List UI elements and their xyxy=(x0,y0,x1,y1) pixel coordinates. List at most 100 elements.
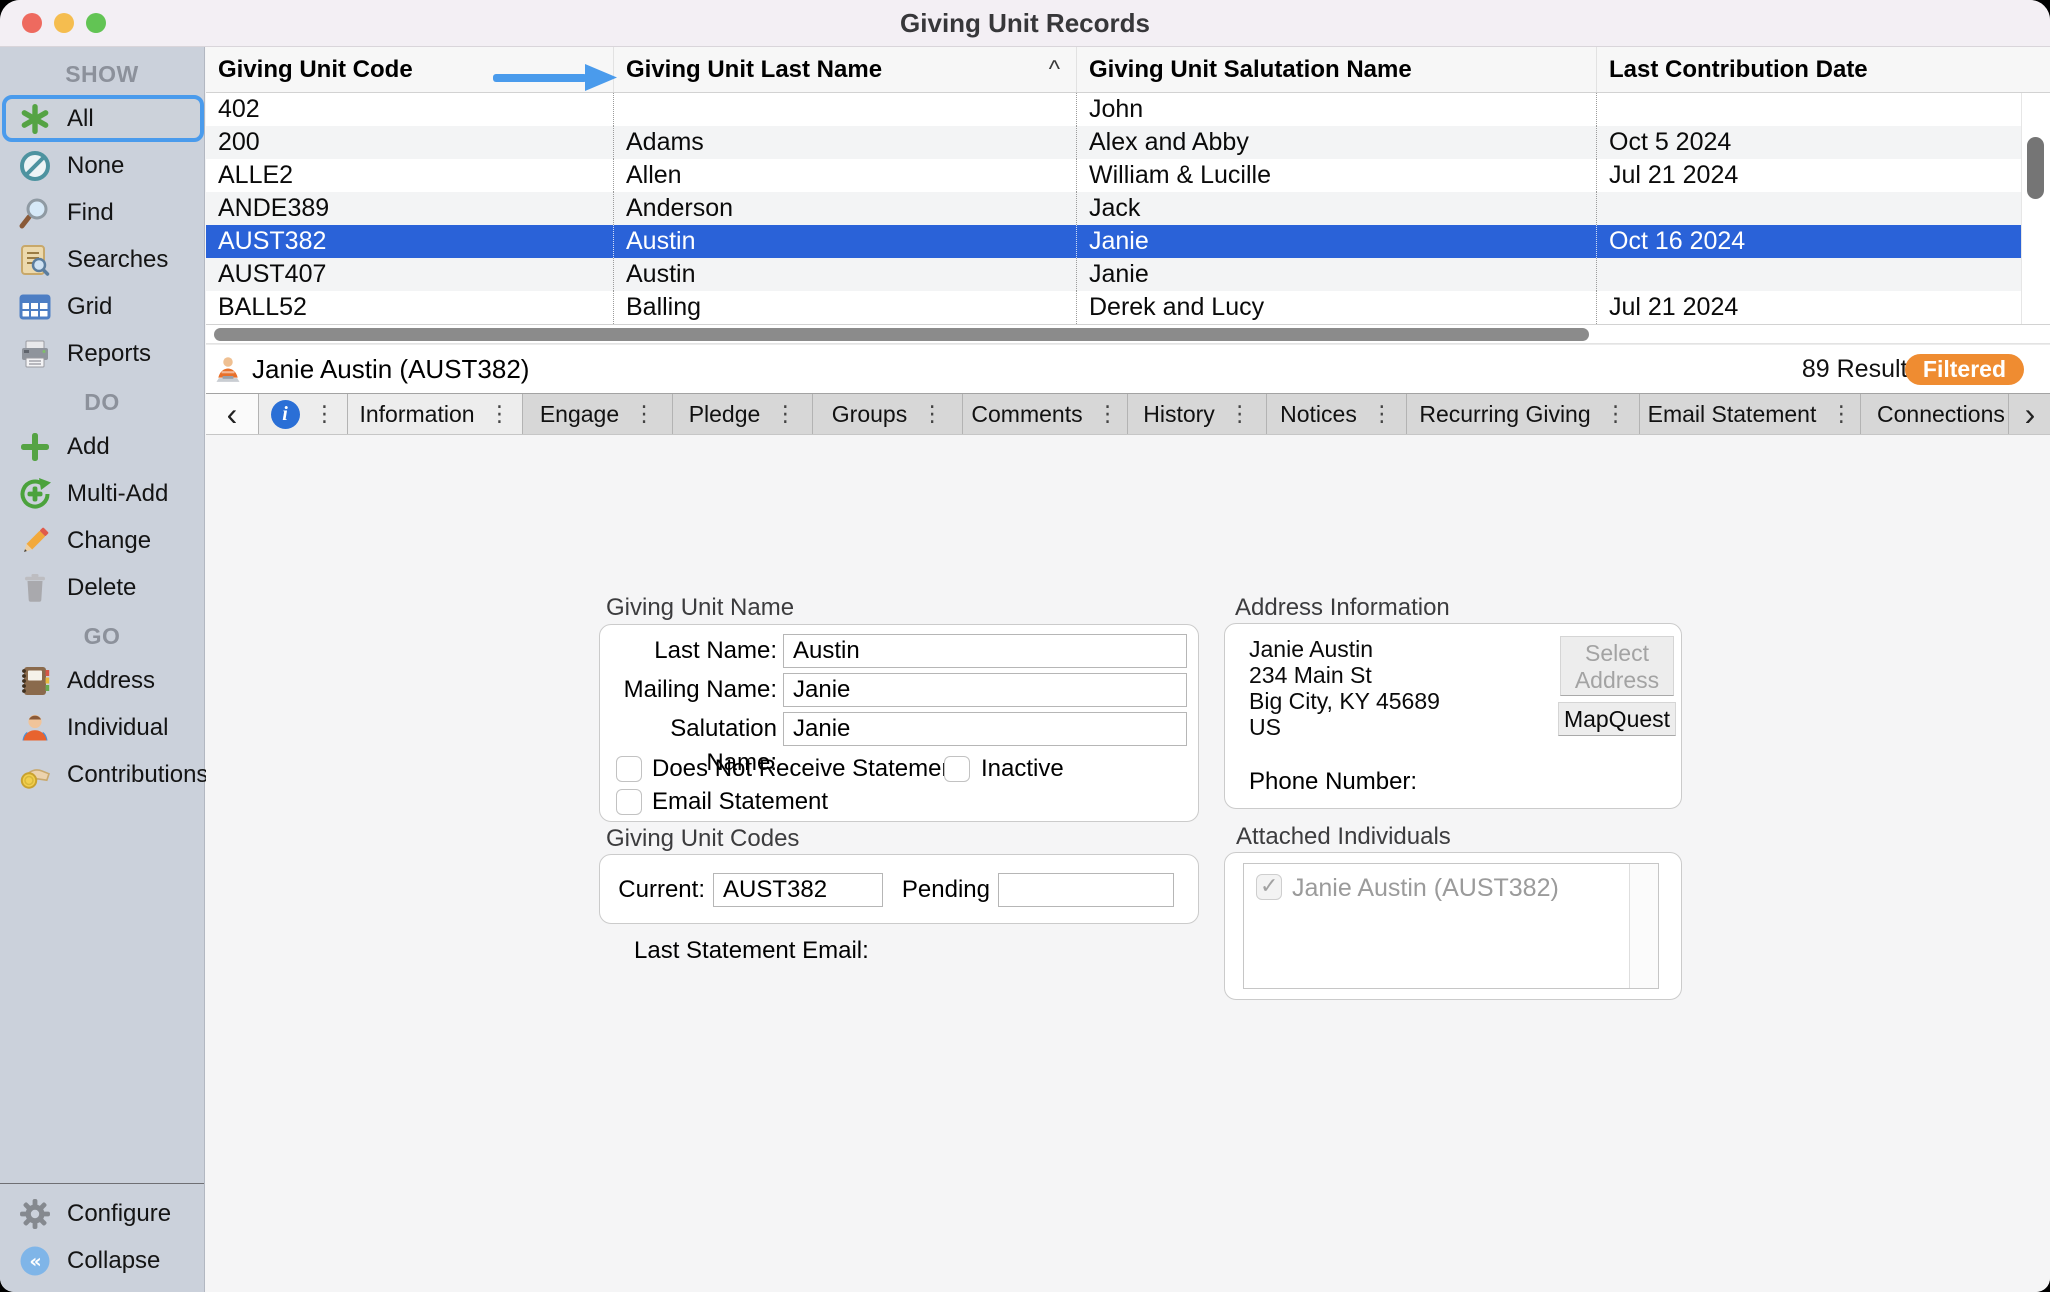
tab-menu-dots-icon[interactable]: ⋮ xyxy=(1830,402,1852,427)
tab-groups[interactable]: Groups⋮ xyxy=(813,394,963,434)
table-cell xyxy=(1596,192,2023,225)
tab-menu-dots-icon[interactable]: ⋮ xyxy=(774,402,796,427)
tab-menu-dots-icon[interactable]: ⋮ xyxy=(1229,402,1251,427)
coin-hand-icon xyxy=(18,758,52,792)
pending-code-field[interactable] xyxy=(998,873,1174,907)
sidebar-item-none[interactable]: None xyxy=(2,142,204,189)
does-not-receive-statement-checkbox[interactable] xyxy=(616,756,642,782)
email-statement-checkbox[interactable] xyxy=(616,789,642,815)
table-vertical-scrollbar[interactable] xyxy=(2021,93,2050,324)
table-row[interactable]: 200AdamsAlex and AbbyOct 5 2024 xyxy=(206,126,2023,159)
results-count: 89 Results xyxy=(1802,345,1920,394)
tab-email-statement[interactable]: Email Statement⋮ xyxy=(1640,394,1861,434)
tab-scroll-left-button[interactable]: ‹ xyxy=(206,394,259,434)
sidebar-item-searches[interactable]: Searches xyxy=(2,236,204,283)
tab-menu-dots-icon[interactable]: ⋮ xyxy=(314,402,336,427)
sidebar-item-change[interactable]: Change xyxy=(2,517,204,564)
sidebar-item-add[interactable]: Add xyxy=(2,423,204,470)
table-row[interactable]: AUST407AustinJanie xyxy=(206,258,2023,291)
horizontal-scrollbar-thumb[interactable] xyxy=(214,328,1589,341)
giving-unit-codes-title: Giving Unit Codes xyxy=(606,825,799,853)
field-label-mailing-name-: Mailing Name: xyxy=(605,673,777,707)
table-row[interactable]: BALL52BallingDerek and LucyJul 21 2024 xyxy=(206,291,2023,324)
main-panel: Giving Unit CodeGiving Unit Last Name^Gi… xyxy=(206,47,2050,1292)
inactive-checkbox[interactable] xyxy=(944,756,970,782)
table-cell: Janie xyxy=(1076,225,1596,258)
table-cell: Austin xyxy=(613,225,1076,258)
table-cell: Balling xyxy=(613,291,1076,324)
sidebar-section-do: DO xyxy=(0,385,204,419)
table-row[interactable]: ANDE389AndersonJack xyxy=(206,192,2023,225)
address-block: Janie Austin234 Main StBig City, KY 4568… xyxy=(1249,636,1440,740)
table-horizontal-scrollbar[interactable] xyxy=(206,324,2050,344)
giving-unit-name-title: Giving Unit Name xyxy=(606,594,794,622)
select-address-button[interactable]: Select Address xyxy=(1560,636,1674,696)
sidebar-item-address[interactable]: Address xyxy=(2,657,204,704)
sidebar-item-find[interactable]: Find xyxy=(2,189,204,236)
tab-menu-dots-icon[interactable]: ⋮ xyxy=(633,402,655,427)
table-row[interactable]: ALLE2AllenWilliam & LucilleJul 21 2024 xyxy=(206,159,2023,192)
tab-pledge[interactable]: Pledge⋮ xyxy=(673,394,813,434)
field-label-last-name-: Last Name: xyxy=(605,634,777,668)
sidebar-item-multi-add[interactable]: Multi-Add xyxy=(2,470,204,517)
tab-menu-dots-icon[interactable]: ⋮ xyxy=(1097,402,1119,427)
table-row[interactable]: AUST382AustinJanieOct 16 2024 xyxy=(206,225,2023,258)
attached-individuals-title: Attached Individuals xyxy=(1236,823,1451,851)
table-cell: Oct 5 2024 xyxy=(1596,126,2023,159)
tab-recurring-giving[interactable]: Recurring Giving ⋮ xyxy=(1407,394,1640,434)
tab-history[interactable]: History⋮ xyxy=(1128,394,1267,434)
sidebar-item-label: Add xyxy=(67,433,110,461)
mapquest-button[interactable]: MapQuest xyxy=(1558,702,1676,736)
record-name: Janie Austin (AUST382) xyxy=(252,345,529,394)
sidebar-item-configure[interactable]: Configure xyxy=(2,1190,204,1237)
tab-record-info[interactable]: i⋮ xyxy=(259,394,348,434)
tab-menu-dots-icon[interactable]: ⋮ xyxy=(1605,402,1627,427)
sidebar-item-grid[interactable]: Grid xyxy=(2,283,204,330)
sidebar-item-individual[interactable]: Individual xyxy=(2,704,204,751)
sidebar-item-reports[interactable]: Reports xyxy=(2,330,204,377)
attached-individual-checkbox[interactable] xyxy=(1256,874,1282,900)
person-icon xyxy=(18,711,52,745)
table-row[interactable]: 402John xyxy=(206,93,2023,126)
sidebar-sections: SHOWAllNoneFindSearchesGridReportsDOAddM… xyxy=(0,57,204,798)
current-code-field[interactable]: AUST382 xyxy=(713,873,883,907)
filtered-badge[interactable]: Filtered xyxy=(1905,354,2024,385)
sidebar-item-delete[interactable]: Delete xyxy=(2,564,204,611)
tab-engage[interactable]: Engage⋮ xyxy=(523,394,673,434)
table-body: 402John200AdamsAlex and AbbyOct 5 2024AL… xyxy=(206,93,2023,324)
sidebar-item-collapse[interactable]: «Collapse xyxy=(2,1237,204,1284)
tab-information[interactable]: Information⋮ xyxy=(348,394,523,434)
tab-label: Notices xyxy=(1280,401,1357,428)
tab-label: Recurring Giving xyxy=(1419,401,1590,428)
list-scrollbar[interactable] xyxy=(1629,864,1658,988)
tab-label: Connections xyxy=(1877,401,2005,428)
sidebar-footer: Configure«Collapse xyxy=(0,1183,204,1292)
tab-menu-dots-icon[interactable]: ⋮ xyxy=(921,402,943,427)
field-last-name-[interactable]: Austin xyxy=(783,634,1187,668)
column-header-giving-unit-last-name[interactable]: Giving Unit Last Name^ xyxy=(613,47,1076,92)
sidebar-item-label: Delete xyxy=(67,574,136,602)
tab-menu-dots-icon[interactable]: ⋮ xyxy=(1371,402,1393,427)
sidebar-item-label: All xyxy=(67,105,94,133)
svg-text:«: « xyxy=(29,1250,41,1272)
chevron-left-icon: ‹ xyxy=(227,394,238,434)
field-salutation-name-[interactable]: Janie xyxy=(783,712,1187,746)
column-header-giving-unit-salutation-name[interactable]: Giving Unit Salutation Name xyxy=(1076,47,1596,92)
sidebar-item-all[interactable]: All xyxy=(2,95,204,142)
table-cell: Jul 21 2024 xyxy=(1596,291,2023,324)
address-information-box: Janie Austin234 Main StBig City, KY 4568… xyxy=(1224,623,1682,809)
sidebar-item-contributions[interactable]: Contributions xyxy=(2,751,204,798)
tab-connections[interactable]: Connections xyxy=(1861,394,2009,434)
none-icon xyxy=(18,149,52,183)
address-line: US xyxy=(1249,714,1440,740)
column-header-last-contribution-date[interactable]: Last Contribution Date xyxy=(1596,47,2023,92)
table-cell xyxy=(1596,93,2023,126)
table-cell: Alex and Abby xyxy=(1076,126,1596,159)
tab-menu-dots-icon[interactable]: ⋮ xyxy=(489,402,511,427)
tab-scroll-right-button[interactable]: › xyxy=(2009,394,2050,434)
field-mailing-name-[interactable]: Janie xyxy=(783,673,1187,707)
tab-comments[interactable]: Comments⋮ xyxy=(963,394,1128,434)
grid-icon xyxy=(18,290,52,324)
tab-notices[interactable]: Notices ⋮ xyxy=(1267,394,1407,434)
vertical-scrollbar-thumb[interactable] xyxy=(2027,137,2044,199)
